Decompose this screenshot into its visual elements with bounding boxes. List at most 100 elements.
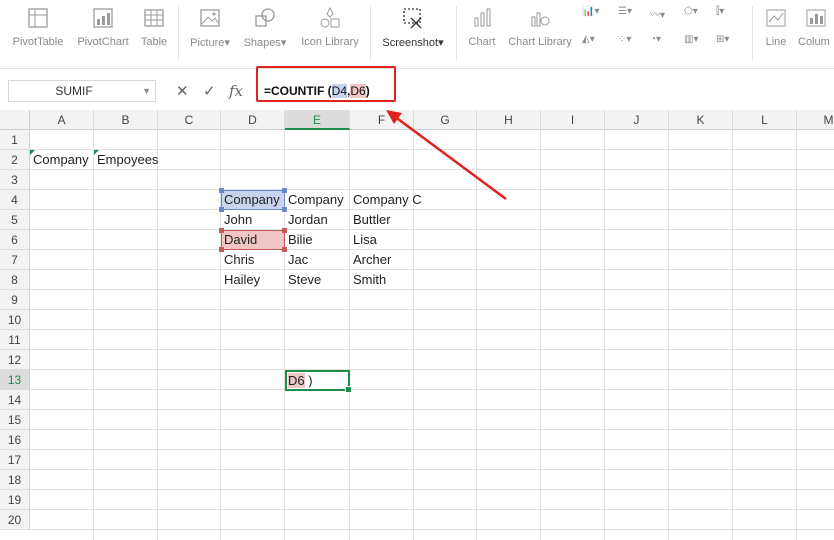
- name-box-value: SUMIF: [55, 84, 93, 98]
- cell-a2[interactable]: Company: [30, 150, 89, 170]
- chevron-down-icon[interactable]: ▼: [142, 86, 151, 96]
- spreadsheet-grid[interactable]: A B C D E F G H I J K L M 1 2 3 4 5 6 7 …: [0, 110, 834, 540]
- gridline: [30, 489, 834, 490]
- row-header-19[interactable]: 19: [0, 490, 30, 510]
- column-header-f[interactable]: F: [350, 110, 414, 130]
- cell-d8[interactable]: Hailey: [221, 270, 260, 290]
- gridline: [476, 130, 477, 540]
- column-header-d[interactable]: D: [221, 110, 285, 130]
- line-chart-icon: 〰▾: [650, 10, 666, 21]
- fill-handle[interactable]: [345, 386, 352, 393]
- cell-b2[interactable]: Empoyees: [94, 150, 158, 170]
- pivot-chart-button[interactable]: PivotChart: [74, 4, 132, 52]
- row-header-17[interactable]: 17: [0, 450, 30, 470]
- row-header-6[interactable]: 6: [0, 230, 30, 250]
- pivot-chart-icon: [93, 8, 113, 28]
- column-header-e[interactable]: E: [285, 110, 350, 130]
- cell-d7[interactable]: Chris: [221, 250, 254, 270]
- active-cell-content: D6 ): [288, 372, 313, 389]
- cell-e7[interactable]: Jac: [285, 250, 308, 270]
- cell-d4[interactable]: Company: [221, 190, 280, 210]
- chart-library-button[interactable]: Chart Library: [506, 4, 574, 52]
- row-header-11[interactable]: 11: [0, 330, 30, 350]
- row-header-9[interactable]: 9: [0, 290, 30, 310]
- row-header-1[interactable]: 1: [0, 130, 30, 150]
- line-sparkline-label: Line: [765, 36, 787, 48]
- chart-library-label: Chart Library: [508, 36, 572, 48]
- cell-e6[interactable]: Bilie: [285, 230, 313, 250]
- cancel-icon[interactable]: ✕: [176, 82, 189, 100]
- table-label: Table: [140, 36, 168, 48]
- row-header-2[interactable]: 2: [0, 150, 30, 170]
- scatter-chart-small-button[interactable]: ⁘▾: [618, 34, 631, 45]
- row-header-8[interactable]: 8: [0, 270, 30, 290]
- column-header-k[interactable]: K: [669, 110, 733, 130]
- name-box[interactable]: SUMIF ▼: [8, 80, 156, 102]
- cell-f7[interactable]: Archer: [350, 250, 391, 270]
- cell-e5[interactable]: Jordan: [285, 210, 328, 230]
- row-header-4[interactable]: 4: [0, 190, 30, 210]
- column-header-b[interactable]: B: [94, 110, 158, 130]
- stock-chart-small-button[interactable]: ⫿▾: [716, 6, 724, 17]
- cell-e8[interactable]: Steve: [285, 270, 321, 290]
- select-all-corner[interactable]: [0, 110, 30, 130]
- chart-library-icon: [531, 12, 550, 27]
- chart-button[interactable]: Chart: [464, 4, 500, 52]
- row-header-3[interactable]: 3: [0, 170, 30, 190]
- line-sparkline-button[interactable]: Line: [760, 4, 792, 52]
- column-chart-small-button[interactable]: 📊▾: [582, 6, 599, 17]
- gridline: [30, 229, 834, 230]
- cell-e4[interactable]: Company: [285, 190, 344, 210]
- line-chart-small-button[interactable]: 〰▾: [650, 6, 665, 21]
- row-header-7[interactable]: 7: [0, 250, 30, 270]
- column-header-a[interactable]: A: [30, 110, 94, 130]
- radar-chart-small-button[interactable]: ⬠▾: [684, 6, 698, 17]
- icon-library-button[interactable]: Icon Library: [298, 4, 362, 52]
- column-header-h[interactable]: H: [477, 110, 541, 130]
- cell-d5[interactable]: John: [221, 210, 252, 230]
- column-header-j[interactable]: J: [605, 110, 669, 130]
- row-header-20[interactable]: 20: [0, 510, 30, 530]
- column-header-g[interactable]: G: [414, 110, 477, 130]
- shapes-button[interactable]: Shapes▾: [240, 4, 290, 52]
- pivot-table-label: PivotTable: [12, 36, 64, 48]
- pie-chart-small-button[interactable]: ◔▾: [650, 34, 661, 45]
- pivot-chart-label: PivotChart: [77, 36, 129, 48]
- function-icon[interactable]: fx: [229, 82, 243, 100]
- row-header-13[interactable]: 13: [0, 370, 30, 390]
- area-chart-small-button[interactable]: ◭▾: [582, 34, 595, 45]
- row-header-14[interactable]: 14: [0, 390, 30, 410]
- row-header-5[interactable]: 5: [0, 210, 30, 230]
- line-sparkline-icon: [766, 9, 786, 27]
- column-header-l[interactable]: L: [733, 110, 797, 130]
- cell-f6[interactable]: Lisa: [350, 230, 377, 250]
- icon-library-label: Icon Library: [301, 36, 359, 48]
- screenshot-button[interactable]: Screenshot▾: [378, 4, 448, 52]
- gridline: [93, 130, 94, 540]
- more-charts-small-button[interactable]: ⊞▾: [716, 34, 729, 45]
- column-header-m[interactable]: M: [797, 110, 834, 130]
- pivot-table-button[interactable]: PivotTable: [10, 4, 66, 52]
- row-header-10[interactable]: 10: [0, 310, 30, 330]
- combo-chart-small-button[interactable]: ▥▾: [684, 34, 698, 45]
- table-button[interactable]: Table: [138, 4, 170, 52]
- row-header-12[interactable]: 12: [0, 350, 30, 370]
- gridline: [30, 189, 834, 190]
- row-header-16[interactable]: 16: [0, 430, 30, 450]
- cell-d6[interactable]: David: [221, 230, 257, 250]
- cell-f4[interactable]: Company C: [350, 190, 422, 210]
- row-header-18[interactable]: 18: [0, 470, 30, 490]
- column-header-c[interactable]: C: [158, 110, 221, 130]
- bar-chart-small-button[interactable]: ☰▾: [618, 6, 632, 17]
- column-header-i[interactable]: I: [541, 110, 605, 130]
- gridline: [157, 130, 158, 540]
- cell-f5[interactable]: Buttler: [350, 210, 391, 230]
- picture-button[interactable]: Picture▾: [186, 4, 234, 52]
- active-cell-e13[interactable]: D6 ): [285, 370, 352, 393]
- column-sparkline-button[interactable]: Colum: [798, 4, 834, 52]
- check-icon[interactable]: ✓: [203, 82, 216, 100]
- column-chart-icon: 📊▾: [582, 6, 600, 17]
- gridline: [668, 130, 669, 540]
- row-header-15[interactable]: 15: [0, 410, 30, 430]
- cell-f8[interactable]: Smith: [350, 270, 386, 290]
